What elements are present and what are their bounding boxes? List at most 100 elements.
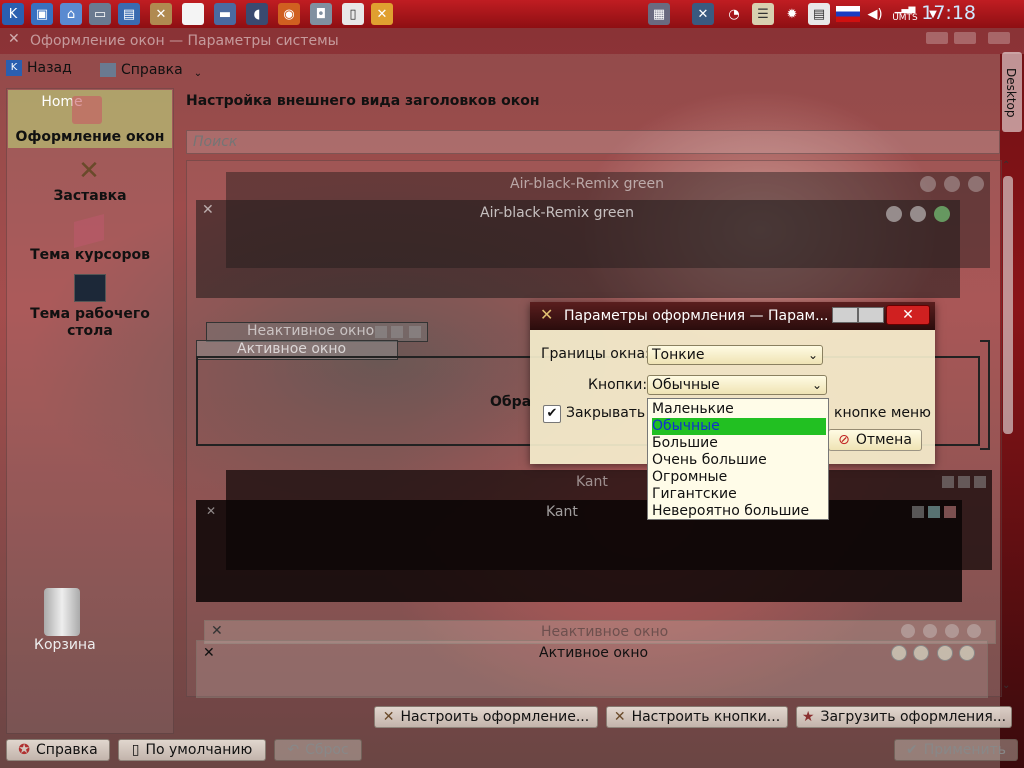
minimize-icon xyxy=(886,206,902,222)
screensaver-tools-icon: ✕ xyxy=(78,156,100,186)
clipboard-icon[interactable]: ▤ xyxy=(808,3,830,25)
tools-icon: ✕ xyxy=(211,623,223,639)
preview-air-active[interactable]: ✕ Air-black-Remix green xyxy=(196,200,960,298)
dialog-titlebar[interactable]: ✕ Параметры оформления — Парам... ✕ xyxy=(530,302,935,330)
preview-inactive-title: Неактивное окно xyxy=(541,624,669,640)
reset-button[interactable]: ↶ Сброс xyxy=(274,739,362,761)
monitor-icon[interactable]: ▤ xyxy=(118,3,140,25)
maximize-button[interactable] xyxy=(954,32,976,44)
close-on-menu-checkbox[interactable]: ✔ xyxy=(543,405,561,423)
computer-icon[interactable]: ▣ xyxy=(31,3,53,25)
trash-icon[interactable] xyxy=(44,588,80,636)
window-titlebar[interactable]: ✕ Оформление окон — Параметры системы xyxy=(0,28,1024,54)
sidebar-item-desktop-theme[interactable]: Тема рабочего стола xyxy=(18,306,162,340)
gear-icon[interactable]: ✹ xyxy=(781,3,803,25)
sidebar-item-cursor-theme[interactable]: Тема курсоров xyxy=(8,247,172,264)
search-input[interactable] xyxy=(187,131,999,153)
firefox-icon[interactable]: ◉ xyxy=(278,3,300,25)
configure-buttons-button[interactable]: ✕ Настроить кнопки... xyxy=(606,706,788,728)
tools-icon[interactable]: ✕ xyxy=(150,3,172,25)
desktop-theme-icon xyxy=(74,274,106,302)
blank-icon[interactable] xyxy=(182,3,204,25)
maximize-icon xyxy=(391,326,403,338)
dialog-title: Параметры оформления — Парам... xyxy=(564,308,829,324)
maximize-icon xyxy=(945,624,959,638)
tools-icon: ✕ xyxy=(613,709,626,725)
defaults-button[interactable]: ▯ По умолчанию xyxy=(118,739,266,761)
monitor-tool-icon[interactable]: ✕ xyxy=(692,3,714,25)
help-label: Справка xyxy=(121,61,183,78)
dropdown-option[interactable]: Гигантские xyxy=(652,486,826,503)
border-size-select[interactable]: Тонкие ⌄ xyxy=(647,345,823,365)
switcher-icon[interactable]: ▦ xyxy=(648,3,670,25)
trash-label[interactable]: Корзина xyxy=(34,637,96,653)
tools-icon: ✕ xyxy=(203,645,215,661)
list-scrollbar[interactable]: ⌃ ⌄ xyxy=(1000,160,1016,695)
window-icon[interactable]: ▬ xyxy=(214,3,236,25)
close-icon xyxy=(968,176,984,192)
volume-icon[interactable]: ◀) xyxy=(864,3,886,25)
maximize-icon xyxy=(944,176,960,192)
preview-inactive-title: Неактивное окно xyxy=(247,323,375,339)
dialog-close-button[interactable]: ✕ xyxy=(886,305,930,325)
minimize-icon xyxy=(375,326,387,338)
minimize-icon xyxy=(942,476,954,488)
dialog-minimize-button[interactable] xyxy=(832,307,858,323)
chat-icon[interactable]: ◖ xyxy=(246,3,268,25)
footer-help-button[interactable]: ✪ Справка xyxy=(6,739,110,761)
dropdown-option[interactable]: Маленькие xyxy=(652,401,826,418)
load-decorations-button[interactable]: ★ Загрузить оформления... xyxy=(796,706,1012,728)
dropdown-option[interactable]: Невероятно большие xyxy=(652,503,826,520)
reset-icon: ↶ xyxy=(287,742,300,758)
button-size-select[interactable]: Обычные ⌄ xyxy=(647,375,827,395)
window-tools-icon: ✕ xyxy=(8,31,20,47)
settings-icon[interactable]: ✕ xyxy=(371,3,393,25)
kde-menu-icon[interactable]: K xyxy=(2,3,24,25)
notepad-icon[interactable]: ▯ xyxy=(342,3,364,25)
preview-plain-inactive[interactable]: Неактивное окно xyxy=(206,322,428,342)
apply-label: Применить xyxy=(923,742,1007,758)
scroll-up-icon[interactable]: ⌃ xyxy=(1002,160,1010,171)
sidebar-item-window-decorations[interactable]: Оформление окон xyxy=(8,129,172,146)
configure-buttons-label: Настроить кнопки... xyxy=(631,709,781,725)
signal-icon[interactable]: ▁▃▅ UMTS xyxy=(892,3,918,25)
clock[interactable]: 17:18 xyxy=(921,2,976,24)
camera-icon[interactable]: ◘ xyxy=(310,3,332,25)
tools-icon: ✕ xyxy=(206,504,217,518)
chevron-down-icon: ⌄ xyxy=(811,378,822,392)
desktop-side-tab[interactable]: Desktop xyxy=(1002,52,1022,132)
dropdown-option[interactable]: Огромные xyxy=(652,469,826,486)
sidebar-item-screensaver[interactable]: Заставка xyxy=(8,188,172,205)
button-size-value: Обычные xyxy=(652,377,720,393)
swirl-icon[interactable]: ◔ xyxy=(723,3,745,25)
list-icon[interactable]: ☰ xyxy=(752,3,774,25)
dropdown-option[interactable]: Очень большие xyxy=(652,452,826,469)
dialog-cancel-button[interactable]: ⊘ Отмена xyxy=(828,429,922,451)
preview-plain-frame xyxy=(980,340,990,450)
maximize-icon xyxy=(958,476,970,488)
dropdown-option[interactable]: Большие xyxy=(652,435,826,452)
back-button[interactable]: K Назад xyxy=(6,60,72,76)
preview-light-active[interactable]: ✕ Активное окно xyxy=(196,640,988,698)
close-button[interactable] xyxy=(988,32,1010,44)
reset-label: Сброс xyxy=(305,742,349,758)
flag-ru-icon[interactable] xyxy=(836,6,860,22)
network-icon[interactable]: ⌂ xyxy=(60,3,82,25)
dialog-maximize-button[interactable] xyxy=(858,307,884,323)
drive-icon[interactable]: ▭ xyxy=(89,3,111,25)
scroll-down-icon[interactable]: ⌄ xyxy=(1002,680,1010,691)
dropdown-option-selected[interactable]: Обычные xyxy=(652,418,826,435)
configure-decoration-button[interactable]: ✕ Настроить оформление... xyxy=(374,706,598,728)
top-panel: K ▣ ⌂ ▭ ▤ ✕ ▬ ◖ ◉ ◘ ▯ ✕ ▦ ✕ ◔ ☰ ✹ ▤ ◀) ▁… xyxy=(0,0,1024,28)
search-box[interactable] xyxy=(186,130,1000,154)
tools-icon: ✕ xyxy=(540,305,554,324)
minimize-button[interactable] xyxy=(926,32,948,44)
apply-button[interactable]: ✔ Применить xyxy=(894,739,1018,761)
scrollbar-thumb[interactable] xyxy=(1003,176,1013,434)
preview-kant-active[interactable]: ✕ Kant xyxy=(196,500,962,602)
page-title: Настройка внешнего вида заголовков окон xyxy=(186,93,540,109)
help-menu-button[interactable]: Справка ⌄ xyxy=(100,60,202,79)
configure-decoration-label: Настроить оформление... xyxy=(400,709,590,725)
minimize-icon xyxy=(923,624,937,638)
dialog-cancel-label: Отмена xyxy=(855,432,912,448)
